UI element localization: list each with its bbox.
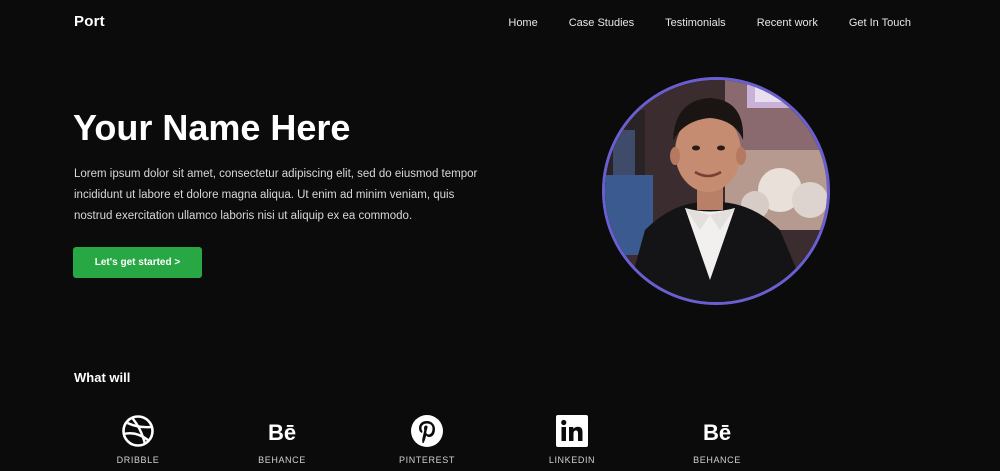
dribbble-icon (122, 415, 154, 447)
svg-text:Bē: Bē (703, 420, 731, 445)
social-item-dribbble[interactable]: DRIBBLE (88, 414, 188, 465)
page: Port Home Case Studies Testimonials Rece… (0, 0, 1000, 471)
social-item-behance-2[interactable]: Bē BEHANCE (667, 414, 767, 465)
get-started-button[interactable]: Let's get started > (73, 247, 202, 278)
nav-link-get-in-touch[interactable]: Get In Touch (849, 17, 911, 29)
social-item-behance[interactable]: Bē BEHANCE (232, 414, 332, 465)
hero-title: Your Name Here (73, 107, 351, 148)
svg-text:Bē: Bē (268, 420, 296, 445)
behance-icon: Bē (703, 420, 731, 445)
services-heading: What will (74, 370, 131, 385)
hero-description: Lorem ipsum dolor sit amet, consectetur … (74, 168, 478, 222)
behance-icon: Bē (268, 420, 296, 445)
social-label-linkedin: LINKEDIN (548, 455, 596, 465)
nav-link-recent-work[interactable]: Recent work (757, 17, 818, 29)
linkedin-icon (556, 415, 588, 447)
nav-link-case-studies[interactable]: Case Studies (569, 17, 634, 29)
social-item-linkedin[interactable]: LINKEDIN (522, 414, 622, 465)
social-label-pinterest: PINTEREST (399, 455, 455, 465)
profile-avatar (602, 77, 830, 305)
profile-photo (605, 80, 827, 302)
main-nav: Home Case Studies Testimonials Recent wo… (508, 17, 911, 29)
social-label-behance: BEHANCE (258, 455, 306, 465)
pinterest-icon (411, 415, 443, 447)
social-label-behance-2: BEHANCE (693, 455, 741, 465)
nav-link-testimonials[interactable]: Testimonials (665, 17, 726, 29)
social-item-pinterest[interactable]: PINTEREST (377, 414, 477, 465)
nav-link-home[interactable]: Home (508, 17, 537, 29)
social-label-dribbble: DRIBBLE (116, 455, 160, 465)
logo[interactable]: Port (74, 13, 105, 30)
